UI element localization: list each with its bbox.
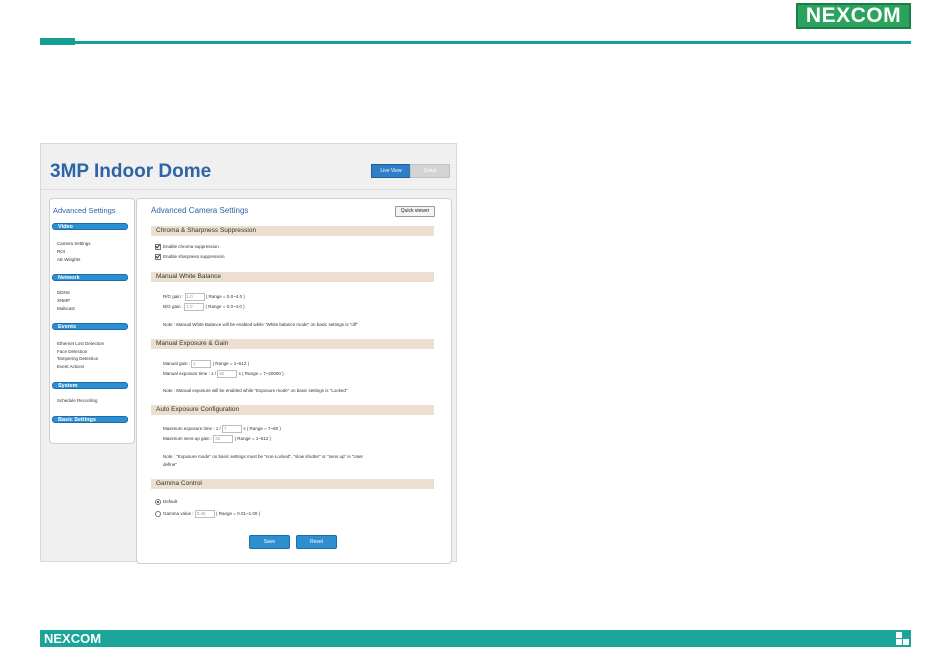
bg-gain-row: B/G gain : 1.0 ( Range = 0.0~4.0 ) [163,303,245,311]
header-divider [41,189,456,190]
sidebar-category-basic-settings[interactable]: Basic Settings [52,416,128,423]
enable-sharpness-checkbox[interactable] [155,254,161,260]
max-sens-label: Maximum sens-up gain : [163,436,213,442]
section-white-balance-heading: Manual White Balance [151,272,434,282]
gamma-default-row: Default [155,499,177,505]
rg-gain-label: R/G gain : [163,294,184,300]
max-exposure-label: Maximum exposure time : 1 / [163,426,221,432]
quick-viewer-button[interactable]: Quick viewer [395,206,435,217]
bg-gain-label: B/G gain : [163,304,184,310]
nexcom-logo-text: NEXCOM [805,4,902,27]
bg-gain-input[interactable]: 1.0 [184,303,205,311]
gamma-default-label: Default [163,499,178,505]
footer-bar [40,630,911,647]
rg-gain-input[interactable]: 1.0 [184,293,205,301]
sidebar-item-camera-settings[interactable]: Camera Settings [57,241,91,246]
rg-gain-row: R/G gain : 1.0 ( Range = 0.0~4.0 ) [163,293,245,301]
gamma-value-radio[interactable] [155,511,161,517]
main-title: Advanced Camera Settings [151,206,249,215]
live-view-button[interactable]: Live View [371,164,411,178]
nexcom-logo: NEXCOM [796,3,911,29]
sidebar-item-ae-weights[interactable]: AE Weights [57,257,80,262]
max-exposure-range: s ( Range = 7~60 ) [243,426,281,432]
manual-gain-row: Manual gain : 1 ( Range = 1~512 ) [163,360,249,368]
section-exposure-gain-heading: Manual Exposure & Gain [151,339,434,349]
section-gamma-heading: Gamma Control [151,479,434,489]
max-sens-range: ( Range = 1~512 ) [234,436,272,442]
max-exposure-row: Maximum exposure time : 1 / 7 s ( Range … [163,425,281,433]
sidebar-item-face-detection[interactable]: Face Detection [57,349,87,354]
manual-gain-input[interactable]: 1 [191,360,212,368]
auto-exposure-note-line2: define" [163,462,177,467]
enable-sharpness-row: Enable sharpness suppression [155,254,225,260]
sidebar-item-snmp[interactable]: SNMP [57,298,70,303]
max-sens-row: Maximum sens-up gain : 32 ( Range = 1~51… [163,435,271,443]
sidebar-item-tampering[interactable]: Tampering Detection [57,356,98,361]
save-button[interactable]: Save [249,535,290,549]
bg-gain-range: ( Range = 0.0~4.0 ) [205,304,245,310]
footer-square-icon [896,639,902,645]
manual-exposure-range: s ( Range = 7~20000 ) [238,371,284,377]
main-panel: Advanced Camera Settings Quick viewer Ch… [136,198,452,564]
reset-button[interactable]: Reset [296,535,337,549]
manual-gain-range: ( Range = 1~512 ) [212,361,250,367]
camera-web-ui-screenshot: 3MP Indoor Dome Live View Setup Advanced… [40,143,457,564]
sidebar-category-network[interactable]: Network [52,274,128,281]
header-rule [40,41,911,44]
sidebar-category-system[interactable]: System [52,382,128,389]
sidebar-item-multicast[interactable]: Multicast [57,306,75,311]
max-sens-input[interactable]: 32 [213,435,234,443]
white-balance-note: Note : Manual White Balance will be enab… [163,322,358,327]
setup-button[interactable]: Setup [410,164,450,178]
gamma-value-row: Gamma value : 0.45 ( Range = 0.01~1.00 ) [155,510,260,518]
gamma-value-range: ( Range = 0.01~1.00 ) [216,511,261,517]
sidebar-item-event-actions[interactable]: Event Actions [57,364,84,369]
enable-chroma-row: Enable chroma suppression [155,244,219,250]
sidebar-item-ddns[interactable]: DDNS [57,290,70,295]
gamma-value-label: Gamma value : [163,511,194,517]
sidebar-category-video[interactable]: Video [52,223,128,230]
enable-chroma-checkbox[interactable] [155,244,161,250]
footer-square-icon [903,639,909,645]
sidebar-item-schedule-recording[interactable]: Schedule Recording [57,398,98,403]
sidebar-item-ethernet-lost[interactable]: Ethernet Lost Detection [57,341,104,346]
gamma-value-input[interactable]: 0.45 [194,510,215,518]
gamma-default-radio[interactable] [155,499,161,505]
max-exposure-input[interactable]: 7 [222,425,243,433]
sidebar-item-roi[interactable]: ROI [57,249,65,254]
manual-exposure-input[interactable]: 60 [217,370,238,378]
header-rule-tab [40,38,75,45]
manual-exposure-row: Manual exposure time : 1 / 60 s ( Range … [163,370,284,378]
page-title: 3MP Indoor Dome [50,161,212,182]
footer-square-icon [896,632,902,638]
auto-exposure-note-line1: Note : "Exposure mode" on basic settings… [163,454,363,459]
section-chroma-heading: Chroma & Sharpness Suppression [151,226,434,236]
manual-exposure-label: Manual exposure time : 1 / [163,371,217,377]
sidebar: Advanced Settings Video Camera Settings … [49,198,135,444]
rg-gain-range: ( Range = 0.0~4.0 ) [205,294,245,300]
sidebar-category-events[interactable]: Events [52,323,128,330]
enable-chroma-label: Enable chroma suppression [163,244,219,250]
enable-sharpness-label: Enable sharpness suppression [163,254,225,260]
manual-gain-label: Manual gain : [163,361,191,367]
exposure-gain-note: Note : Manual exposure will be enabled w… [163,388,348,393]
section-auto-exposure-heading: Auto Exposure Configuration [151,405,434,415]
footer-logo: NEXCOM [44,631,102,646]
sidebar-title: Advanced Settings [53,206,116,215]
